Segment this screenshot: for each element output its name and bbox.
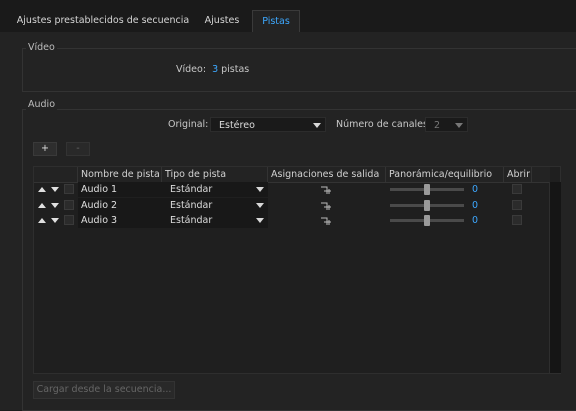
track-name-field[interactable]: Audio 1 — [78, 182, 162, 197]
table-row: Audio 2 Estándar 0 — [34, 198, 550, 213]
tab-tracks[interactable]: Pistas — [252, 10, 300, 33]
channels-select[interactable]: 2 — [425, 117, 468, 132]
table-header: Nombre de pista Tipo de pista Asignacion… — [34, 167, 550, 183]
move-up-icon[interactable] — [38, 203, 46, 208]
table-row: Audio 1 Estándar 0 — [34, 182, 550, 197]
add-track-button[interactable]: + — [33, 142, 57, 156]
track-type-value: Estándar — [170, 184, 213, 195]
audio-legend: Audio — [26, 99, 58, 110]
table-scrollbar[interactable] — [549, 182, 561, 373]
table-row: Audio 3 Estándar 0 — [34, 213, 550, 228]
move-down-icon[interactable] — [51, 187, 59, 192]
dropdown-caret-icon — [455, 123, 463, 128]
open-checkbox[interactable] — [512, 215, 522, 225]
pan-value[interactable]: 0 — [472, 182, 492, 197]
move-up-icon[interactable] — [38, 218, 46, 223]
header-pan-balance: Panorámica/equilibrio — [386, 167, 504, 182]
header-output-assignments: Asignaciones de salida — [268, 167, 386, 182]
video-count-value[interactable]: 3 — [212, 64, 218, 75]
output-routing-icon[interactable] — [320, 201, 332, 211]
video-label: Vídeo: — [176, 64, 207, 75]
tab-sequence-presets[interactable]: Ajustes prestablecidos de secuencia — [14, 10, 192, 32]
pan-slider-knob[interactable] — [424, 200, 430, 211]
original-label: Original: — [168, 119, 209, 130]
open-checkbox[interactable] — [512, 200, 522, 210]
video-legend: Vídeo — [26, 42, 57, 53]
track-type-select[interactable]: Estándar — [162, 198, 268, 213]
pan-slider-knob[interactable] — [424, 184, 430, 195]
move-up-icon[interactable] — [38, 187, 46, 192]
track-type-value: Estándar — [170, 215, 213, 226]
original-select-value: Estéreo — [219, 120, 255, 131]
track-name-field[interactable]: Audio 3 — [78, 213, 162, 228]
track-type-value: Estándar — [170, 200, 213, 211]
pan-value[interactable]: 0 — [472, 213, 492, 228]
pan-slider-knob[interactable] — [424, 215, 430, 226]
output-routing-icon[interactable] — [320, 185, 332, 195]
dropdown-caret-icon — [256, 203, 264, 208]
header-track-type: Tipo de pista — [162, 167, 268, 182]
header-order — [34, 167, 78, 182]
track-select-checkbox[interactable] — [64, 215, 74, 225]
load-from-sequence-button[interactable]: Cargar desde la secuencia... — [33, 381, 175, 399]
track-name-field[interactable]: Audio 2 — [78, 198, 162, 213]
tab-settings[interactable]: Ajustes — [194, 10, 250, 32]
video-group — [22, 48, 576, 92]
move-down-icon[interactable] — [51, 218, 59, 223]
dropdown-caret-icon — [256, 218, 264, 223]
move-down-icon[interactable] — [51, 203, 59, 208]
track-select-checkbox[interactable] — [64, 184, 74, 194]
remove-track-button[interactable]: - — [66, 142, 90, 156]
tab-bar: Ajustes prestablecidos de secuencia Ajus… — [0, 0, 576, 33]
header-open: Abrir — [504, 167, 532, 182]
video-unit: pistas — [221, 64, 250, 75]
open-checkbox[interactable] — [512, 184, 522, 194]
output-routing-icon[interactable] — [320, 216, 332, 226]
pan-value[interactable]: 0 — [472, 198, 492, 213]
track-type-select[interactable]: Estándar — [162, 182, 268, 197]
header-track-name: Nombre de pista — [78, 167, 162, 182]
track-type-select[interactable]: Estándar — [162, 213, 268, 228]
channels-label: Número de canales: — [336, 119, 432, 130]
channels-select-value: 2 — [434, 120, 441, 131]
original-select[interactable]: Estéreo — [210, 117, 326, 132]
dropdown-caret-icon — [313, 123, 321, 128]
track-select-checkbox[interactable] — [64, 200, 74, 210]
dropdown-caret-icon — [256, 187, 264, 192]
video-track-count: Vídeo: 3 pistas — [176, 64, 249, 75]
